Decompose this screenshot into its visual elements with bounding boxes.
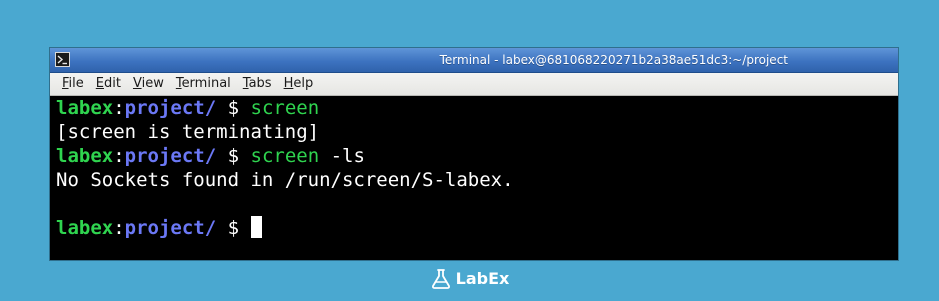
command-name: screen <box>250 145 320 167</box>
brand-name: LabEx <box>455 269 510 288</box>
menu-view[interactable]: View <box>127 74 170 94</box>
prompt-user: labex <box>56 217 114 239</box>
flask-icon <box>430 268 452 290</box>
menu-view-label: iew <box>141 76 164 91</box>
menu-view-mnemonic: V <box>132 76 142 91</box>
terminal-line-output: No Sockets found in /run/screen/S-labex. <box>56 168 892 192</box>
output-text: No Sockets found in /run/screen/S-labex. <box>56 169 514 191</box>
prompt-user: labex <box>56 145 114 167</box>
menu-tabs[interactable]: Tabs <box>237 74 278 94</box>
menu-edit-mnemonic: E <box>95 76 104 91</box>
menu-terminal-label: erminal <box>181 76 231 91</box>
menu-file-label: ile <box>68 76 84 91</box>
prompt-colon: : <box>113 97 125 119</box>
terminal-line-prompt: labex:project/ $ screen <box>56 96 892 120</box>
menubar: File Edit View Terminal Tabs Help <box>50 73 898 96</box>
menu-file[interactable]: File <box>56 74 90 94</box>
menu-help-mnemonic: H <box>283 76 294 91</box>
prompt-symbol: $ <box>216 97 251 119</box>
menu-tabs-label: abs <box>248 76 272 91</box>
window-titlebar[interactable]: Terminal - labex@681068220271b2a38ae51dc… <box>50 48 898 73</box>
prompt-colon: : <box>113 217 125 239</box>
terminal-window: Terminal - labex@681068220271b2a38ae51dc… <box>50 48 898 260</box>
brand-logo: LabEx <box>0 268 939 296</box>
prompt-path: project/ <box>124 97 217 119</box>
prompt-user: labex <box>56 97 114 119</box>
prompt-symbol: $ <box>216 217 251 239</box>
menu-help[interactable]: Help <box>278 74 320 94</box>
terminal-output[interactable]: labex:project/ $ screen [screen is termi… <box>50 96 898 260</box>
terminal-line-active-prompt: labex:project/ $ <box>56 216 892 240</box>
terminal-line-prompt: labex:project/ $ screen -ls <box>56 144 892 168</box>
terminal-line-output: [screen is terminating] <box>56 120 892 144</box>
menu-edit[interactable]: Edit <box>90 74 127 94</box>
prompt-path: project/ <box>124 217 217 239</box>
terminal-cursor[interactable] <box>250 216 262 238</box>
menu-help-label: elp <box>293 76 314 91</box>
output-text: [screen is terminating] <box>56 121 320 143</box>
prompt-path: project/ <box>124 145 217 167</box>
menu-edit-label: dit <box>104 76 121 91</box>
prompt-symbol: $ <box>216 145 251 167</box>
menu-terminal[interactable]: Terminal <box>170 74 237 94</box>
window-title: Terminal - labex@681068220271b2a38ae51dc… <box>439 53 788 67</box>
command-name: screen <box>250 97 320 119</box>
prompt-colon: : <box>113 145 125 167</box>
command-args: -ls <box>319 145 365 167</box>
